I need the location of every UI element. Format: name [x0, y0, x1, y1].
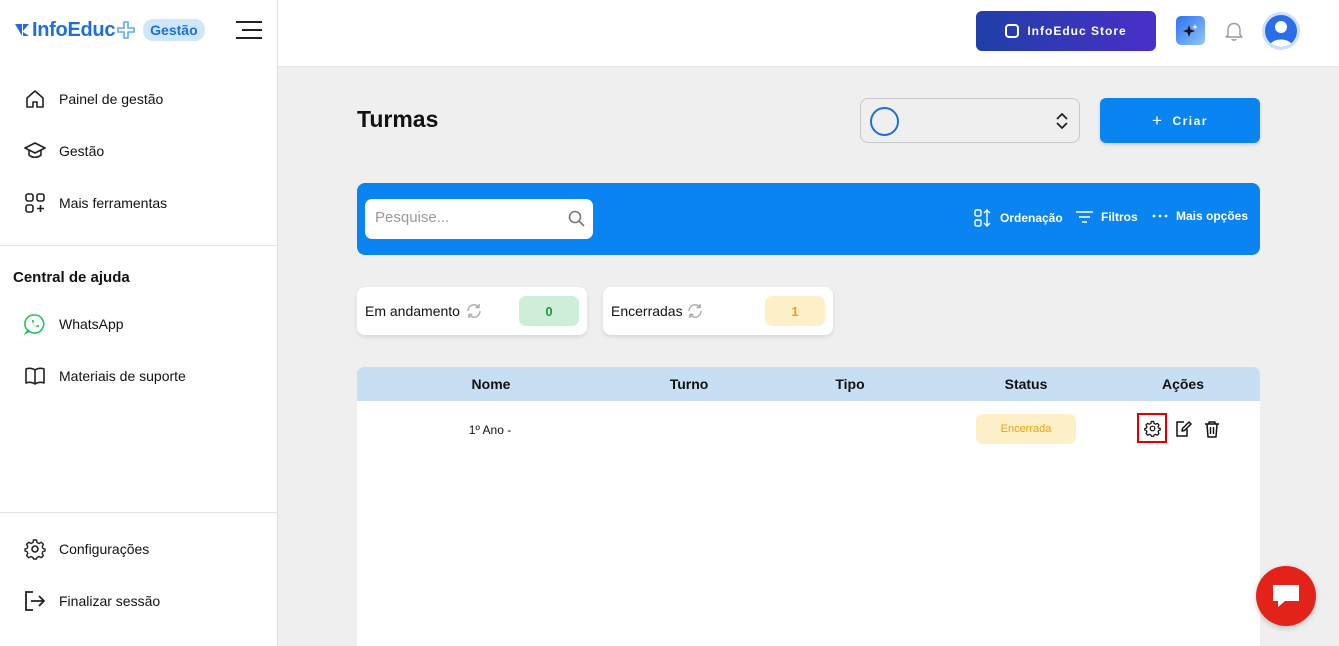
sidebar-item-label: Configurações	[59, 541, 150, 557]
stat-label: Encerradas	[611, 303, 683, 319]
trash-icon	[1205, 421, 1219, 438]
sidebar-item-gestao[interactable]: Gestão	[24, 138, 104, 164]
sparkle-icon	[1182, 23, 1198, 37]
column-header-status[interactable]: Status	[1005, 376, 1048, 392]
create-button-label: Criar	[1172, 113, 1208, 128]
help-section-title: Central de ajuda	[13, 269, 130, 286]
more-options-label: Mais opções	[1176, 209, 1249, 223]
sort-icon	[974, 209, 992, 227]
status-badge: Encerrada	[976, 414, 1076, 444]
filters-label: Filtros	[1101, 210, 1138, 224]
stat-count: 1	[765, 296, 825, 326]
logo-mark-icon	[15, 24, 29, 36]
cell-nome: 1º Ano -	[468, 423, 512, 437]
book-icon	[24, 365, 46, 387]
class-selector-dropdown[interactable]	[860, 98, 1080, 143]
sidebar-item-label: Painel de gestão	[59, 91, 164, 107]
sidebar-item-label: Materiais de suporte	[59, 368, 186, 384]
search-toolbar: Ordenação Filtros Mais opções	[357, 183, 1260, 255]
stat-card-encerradas[interactable]: Encerradas 1	[603, 287, 833, 335]
chat-bubble-icon	[1273, 585, 1299, 607]
grid-plus-icon	[24, 192, 46, 214]
sidebar-item-label: WhatsApp	[59, 316, 124, 332]
column-header-tipo[interactable]: Tipo	[835, 376, 864, 392]
create-button[interactable]: + Criar	[1100, 98, 1260, 143]
sidebar-item-finalizar-sessao[interactable]: Finalizar sessão	[24, 588, 160, 614]
sidebar: InfoEduc Gestão Painel de gestão Gestão …	[0, 0, 278, 646]
gear-icon	[24, 538, 46, 560]
column-header-turno[interactable]: Turno	[670, 376, 709, 392]
plus-icon: +	[1152, 110, 1164, 130]
user-avatar[interactable]	[1262, 12, 1300, 50]
ai-sparkle-button[interactable]	[1176, 16, 1205, 45]
sidebar-item-materiais-de-suporte[interactable]: Materiais de suporte	[24, 363, 186, 389]
sidebar-item-label: Finalizar sessão	[59, 593, 161, 609]
refresh-icon	[467, 304, 481, 318]
stat-label: Em andamento	[365, 303, 460, 319]
gear-icon	[1143, 420, 1161, 437]
sidebar-divider	[0, 512, 277, 513]
search-input[interactable]	[375, 209, 555, 226]
user-icon	[1269, 21, 1293, 47]
plus-logo-icon	[117, 21, 135, 39]
hamburger-menu-icon[interactable]	[236, 19, 262, 41]
chat-support-button[interactable]	[1256, 566, 1316, 626]
sidebar-item-painel-de-gestao[interactable]: Painel de gestão	[24, 86, 163, 112]
app-logo[interactable]: InfoEduc Gestão	[14, 16, 205, 44]
search-icon[interactable]	[568, 210, 585, 227]
more-dots-icon	[1152, 213, 1168, 219]
filters-button[interactable]: Filtros	[1076, 209, 1138, 225]
sidebar-item-label: Gestão	[59, 143, 105, 159]
edit-icon	[1176, 421, 1192, 437]
edit-action-button[interactable]	[1173, 419, 1193, 439]
sort-button[interactable]: Ordenação	[974, 209, 1063, 227]
column-header-nome[interactable]: Nome	[472, 376, 511, 392]
stat-count: 0	[519, 296, 579, 326]
sidebar-item-whatsapp[interactable]: WhatsApp	[24, 311, 124, 337]
selector-avatar-placeholder	[870, 107, 899, 136]
settings-action-button[interactable]	[1137, 413, 1167, 443]
stat-card-em-andamento[interactable]: Em andamento 0	[357, 287, 587, 335]
store-button-label: InfoEduc Store	[1027, 24, 1127, 38]
column-header-acoes: Ações	[1161, 376, 1205, 392]
topbar: InfoEduc Store	[278, 0, 1339, 67]
notification-bell-icon[interactable]	[1223, 20, 1245, 42]
logout-icon	[24, 590, 46, 612]
whatsapp-icon	[24, 313, 46, 335]
search-box	[365, 199, 593, 239]
sidebar-item-mais-ferramentas[interactable]: Mais ferramentas	[24, 190, 167, 216]
page-title: Turmas	[357, 106, 439, 132]
graduation-cap-icon	[24, 140, 46, 162]
sidebar-item-label: Mais ferramentas	[59, 195, 168, 211]
brand-name: InfoEduc	[32, 18, 116, 41]
sort-label: Ordenação	[1000, 211, 1063, 225]
filter-icon	[1076, 209, 1093, 225]
sidebar-divider	[0, 245, 277, 246]
chevron-up-down-icon	[1056, 113, 1068, 129]
refresh-icon	[688, 304, 702, 318]
store-icon	[1005, 24, 1020, 38]
classes-table: Nome Turno Tipo Status Ações 1º Ano - En…	[357, 367, 1260, 646]
table-header: Nome Turno Tipo Status Ações	[357, 367, 1260, 401]
delete-action-button[interactable]	[1202, 419, 1222, 439]
brand-badge: Gestão	[143, 19, 205, 41]
sidebar-item-configuracoes[interactable]: Configurações	[24, 536, 149, 562]
home-icon	[24, 88, 46, 110]
more-options-button[interactable]: Mais opções	[1152, 209, 1248, 223]
store-button[interactable]: InfoEduc Store	[976, 11, 1156, 51]
